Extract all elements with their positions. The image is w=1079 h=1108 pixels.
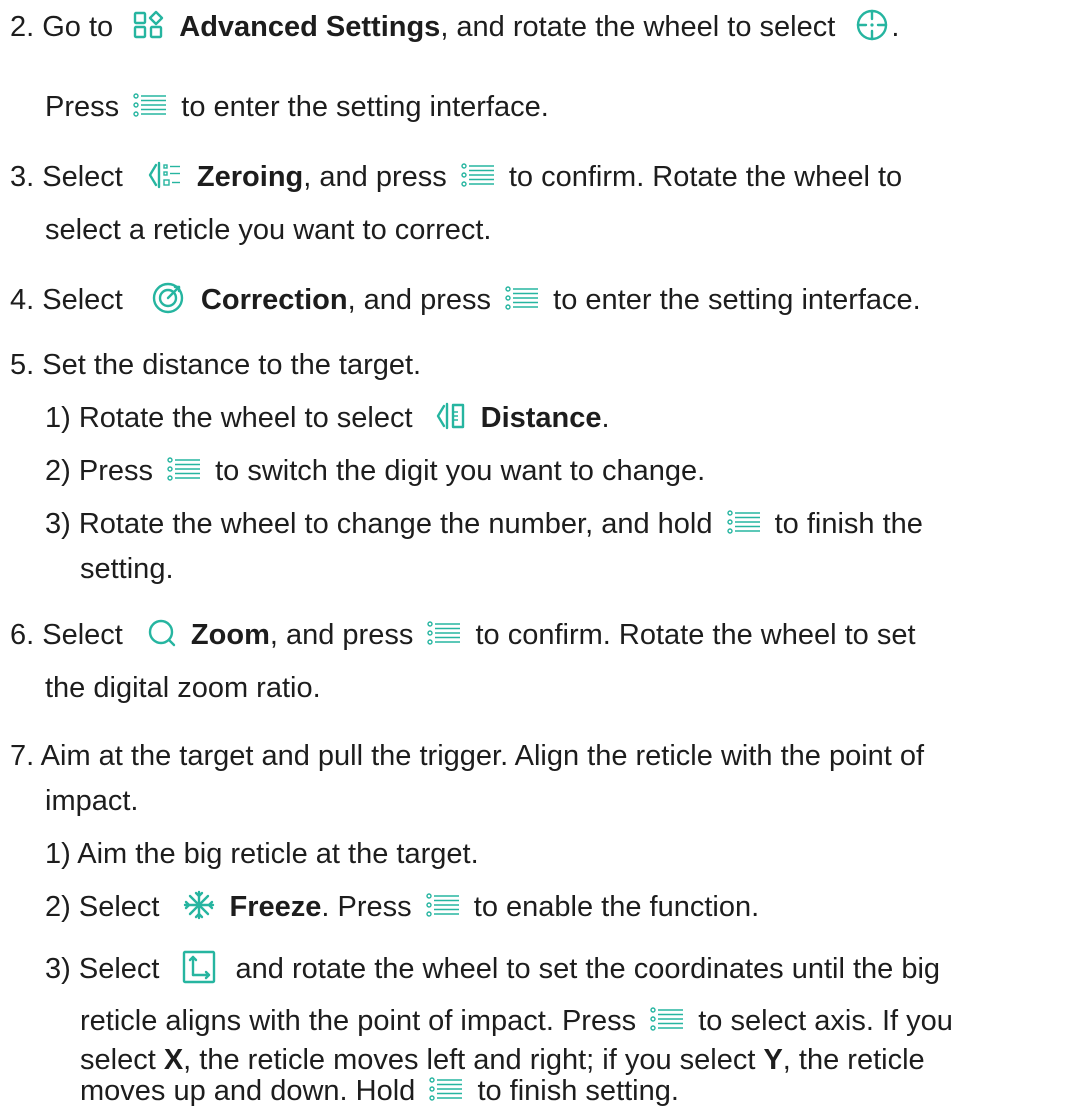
menu-key-icon <box>461 162 495 188</box>
step-number: 4. <box>10 284 35 316</box>
step-text: to enable the function. <box>473 891 760 923</box>
step-text: Select <box>42 284 123 316</box>
substep-number: 3) <box>45 953 71 985</box>
step-number: 7. <box>10 740 35 772</box>
reticle-icon <box>855 8 889 42</box>
step-text: Select <box>42 161 123 193</box>
menu-name: Zeroing <box>196 161 304 193</box>
menu-name: Distance <box>480 402 602 434</box>
step-text: to finish the <box>774 508 923 540</box>
step-text: to select axis. If you <box>698 1005 953 1037</box>
step-6-line-2: the digital zoom ratio. <box>45 671 321 705</box>
step-4: 4. Select Correction, and press to enter… <box>10 283 921 318</box>
substep-number: 2) <box>45 455 71 487</box>
step-text: moves up and down. Hold <box>80 1075 416 1107</box>
menu-name: Zoom <box>190 619 270 651</box>
axis-y-label: Y <box>763 1044 783 1076</box>
step-text: Rotate the wheel to select <box>78 402 413 434</box>
step-number: 3. <box>10 161 35 193</box>
zoom-icon <box>147 618 177 648</box>
freeze-icon <box>182 890 216 920</box>
coordinates-icon <box>182 950 216 984</box>
step-5-sub-3: 3) Rotate the wheel to change the number… <box>45 507 923 541</box>
zeroing-icon <box>147 160 183 190</box>
step-2-line-2: Press to enter the setting interface. <box>45 90 549 124</box>
step-text: select a reticle you want to correct. <box>45 214 492 246</box>
menu-key-icon <box>650 1006 684 1032</box>
step-text: Go to <box>42 11 114 43</box>
menu-name: Freeze <box>229 891 322 923</box>
menu-key-icon <box>426 892 460 918</box>
step-5: 5. Set the distance to the target. <box>10 348 421 382</box>
menu-key-icon <box>505 285 539 311</box>
menu-key-icon <box>167 456 201 482</box>
step-7-sub-3-line-3: select X, the reticle moves left and rig… <box>80 1043 925 1077</box>
step-text: . <box>891 11 900 43</box>
step-text: impact. <box>45 785 139 817</box>
menu-key-icon <box>133 92 167 118</box>
step-text: to switch the digit you want to change. <box>215 455 706 487</box>
step-text: to enter the setting interface. <box>181 91 549 123</box>
step-text: Select <box>78 953 160 985</box>
step-text: setting. <box>80 553 174 585</box>
step-7-line-2: impact. <box>45 784 138 818</box>
step-text: select <box>80 1044 156 1076</box>
manual-page: { "step2": { "num": "2.", "t1": "Go to",… <box>0 0 1079 1107</box>
menu-key-icon <box>727 509 761 535</box>
step-number: 5. <box>10 349 35 381</box>
step-7-sub-3-line-4: moves up and down. Hold to finish settin… <box>80 1074 679 1108</box>
step-text: the digital zoom ratio. <box>45 672 321 704</box>
step-text: Aim the big reticle at the target. <box>77 838 479 870</box>
step-7-sub-3: 3) Select and rotate the wheel to set th… <box>45 950 941 987</box>
substep-number: 1) <box>45 402 71 434</box>
step-text: to finish setting. <box>477 1075 679 1107</box>
step-text: and rotate the wheel to set the coordina… <box>235 953 941 985</box>
step-text: Press <box>45 91 120 123</box>
step-text: to confirm. Rotate the wheel to set <box>475 619 916 651</box>
step-text: to enter the setting interface. <box>553 284 921 316</box>
substep-number: 1) <box>45 838 71 870</box>
step-5-sub-1: 1) Rotate the wheel to select Distance. <box>45 401 610 435</box>
step-2: 2. Go to Advanced Settings, and rotate t… <box>10 10 899 45</box>
step-5-sub-2: 2) Press to switch the digit you want to… <box>45 454 705 488</box>
step-text: Press <box>78 455 153 487</box>
correction-icon <box>151 281 185 315</box>
substep-number: 2) <box>45 891 71 923</box>
menu-key-icon <box>427 620 461 646</box>
step-3: 3. Select Zeroing, and press to confirm.… <box>10 160 902 194</box>
step-3-line-2: select a reticle you want to correct. <box>45 213 491 247</box>
step-number: 6. <box>10 619 35 651</box>
step-text: . <box>601 402 610 434</box>
step-text: , and press <box>347 284 492 316</box>
advanced-settings-icon <box>133 10 165 40</box>
step-text: Select <box>78 891 160 923</box>
distance-icon <box>435 401 467 431</box>
step-7-sub-1: 1) Aim the big reticle at the target. <box>45 837 479 871</box>
step-text: Rotate the wheel to change the number, a… <box>78 508 713 540</box>
step-text: to confirm. Rotate the wheel to <box>508 161 903 193</box>
step-text: reticle aligns with the point of impact.… <box>80 1005 637 1037</box>
step-7-sub-2: 2) Select Freeze. Press to enable the fu… <box>45 890 759 924</box>
step-text: , the reticle <box>782 1044 925 1076</box>
step-text: , and press <box>269 619 414 651</box>
step-number: 2. <box>10 11 35 43</box>
step-text: , and rotate the wheel to select <box>440 11 836 43</box>
step-text: , and press <box>303 161 447 193</box>
menu-name: Correction <box>200 284 348 316</box>
step-text: Select <box>42 619 123 651</box>
step-text: Aim at the target and pull the trigger. … <box>40 740 925 772</box>
step-text: . Press <box>321 891 412 923</box>
step-7: 7. Aim at the target and pull the trigge… <box>10 739 924 773</box>
substep-number: 3) <box>45 508 71 540</box>
axis-x-label: X <box>163 1044 184 1076</box>
step-6: 6. Select Zoom, and press to confirm. Ro… <box>10 618 916 652</box>
step-5-sub-3-line-2: setting. <box>80 552 174 586</box>
menu-name: Advanced Settings <box>179 11 441 43</box>
step-text: Set the distance to the target. <box>42 349 422 381</box>
step-7-sub-3-line-2: reticle aligns with the point of impact.… <box>80 1004 953 1038</box>
step-text: , the reticle moves left and right; if y… <box>183 1044 756 1076</box>
menu-key-icon <box>429 1076 463 1102</box>
